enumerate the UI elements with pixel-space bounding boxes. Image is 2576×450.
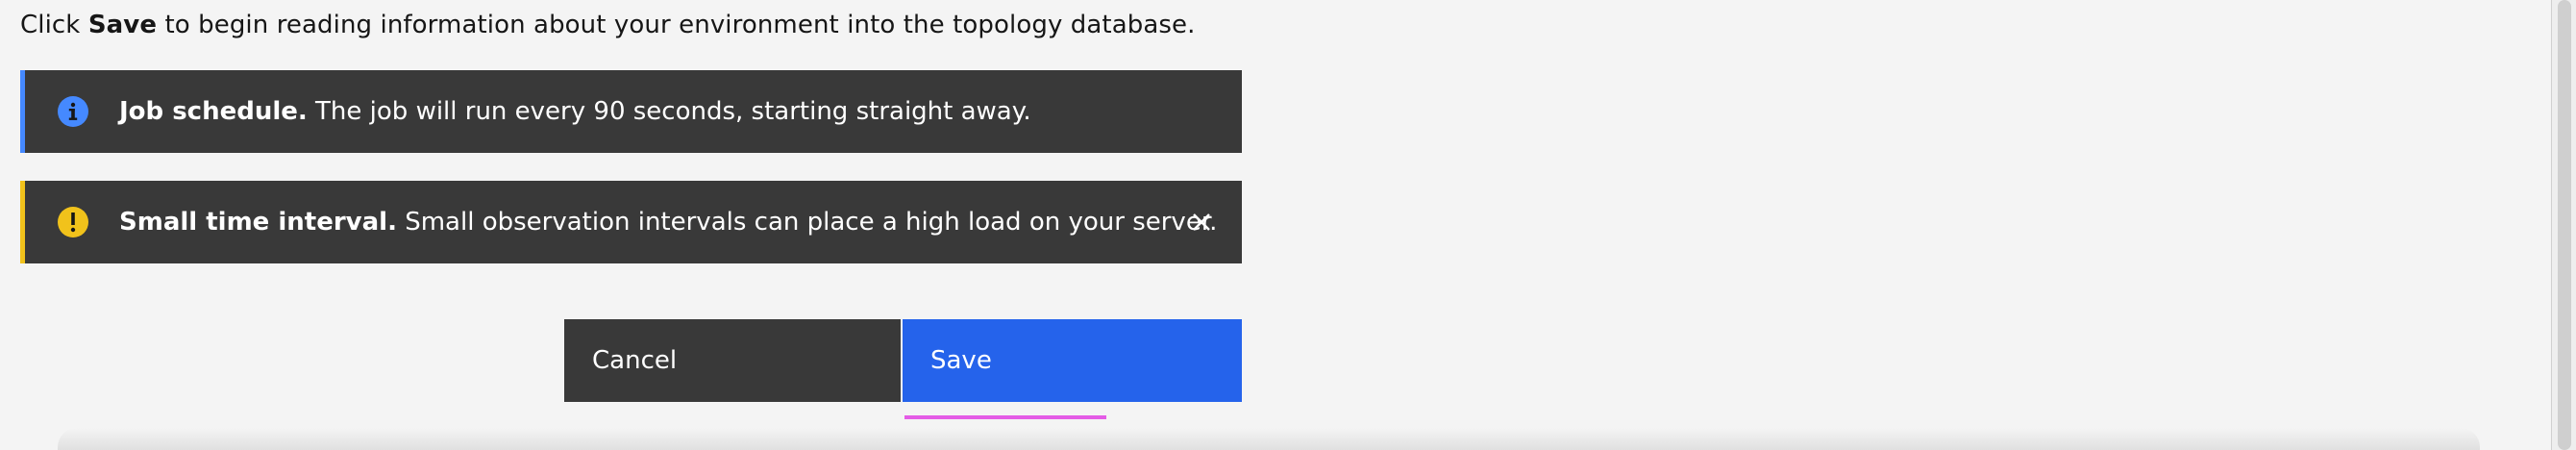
info-notification: Job schedule. The job will run every 90 … [20, 70, 1242, 153]
info-notification-text: Job schedule. The job will run every 90 … [119, 95, 1031, 128]
warning-notification-message: Small observation intervals can place a … [396, 208, 1218, 237]
intro-bold-save: Save [87, 11, 158, 39]
intro-prefix: Click [20, 11, 88, 39]
close-icon [1193, 213, 1210, 231]
info-notification-title: Job schedule. [119, 97, 308, 126]
close-notification-button[interactable] [1182, 203, 1221, 241]
intro-suffix: to begin reading information about your … [157, 11, 1196, 39]
vertical-scrollbar[interactable] [2551, 0, 2576, 450]
info-icon [58, 96, 88, 127]
warning-notification: Small time interval. Small observation i… [20, 181, 1242, 263]
warning-notification-title: Small time interval. [119, 208, 397, 237]
intro-text: Click Save to begin reading information … [20, 9, 1196, 41]
info-notification-message: The job will run every 90 seconds, start… [307, 97, 1031, 126]
scrollbar-thumb[interactable] [2558, 0, 2571, 450]
warning-icon [58, 207, 88, 238]
save-button[interactable]: Save [903, 319, 1242, 402]
warning-notification-text: Small time interval. Small observation i… [119, 206, 1217, 238]
focus-indicator [904, 415, 1106, 419]
page: Click Save to begin reading information … [0, 0, 2576, 450]
bottom-shadow [58, 428, 2480, 450]
cancel-button[interactable]: Cancel [564, 319, 901, 402]
